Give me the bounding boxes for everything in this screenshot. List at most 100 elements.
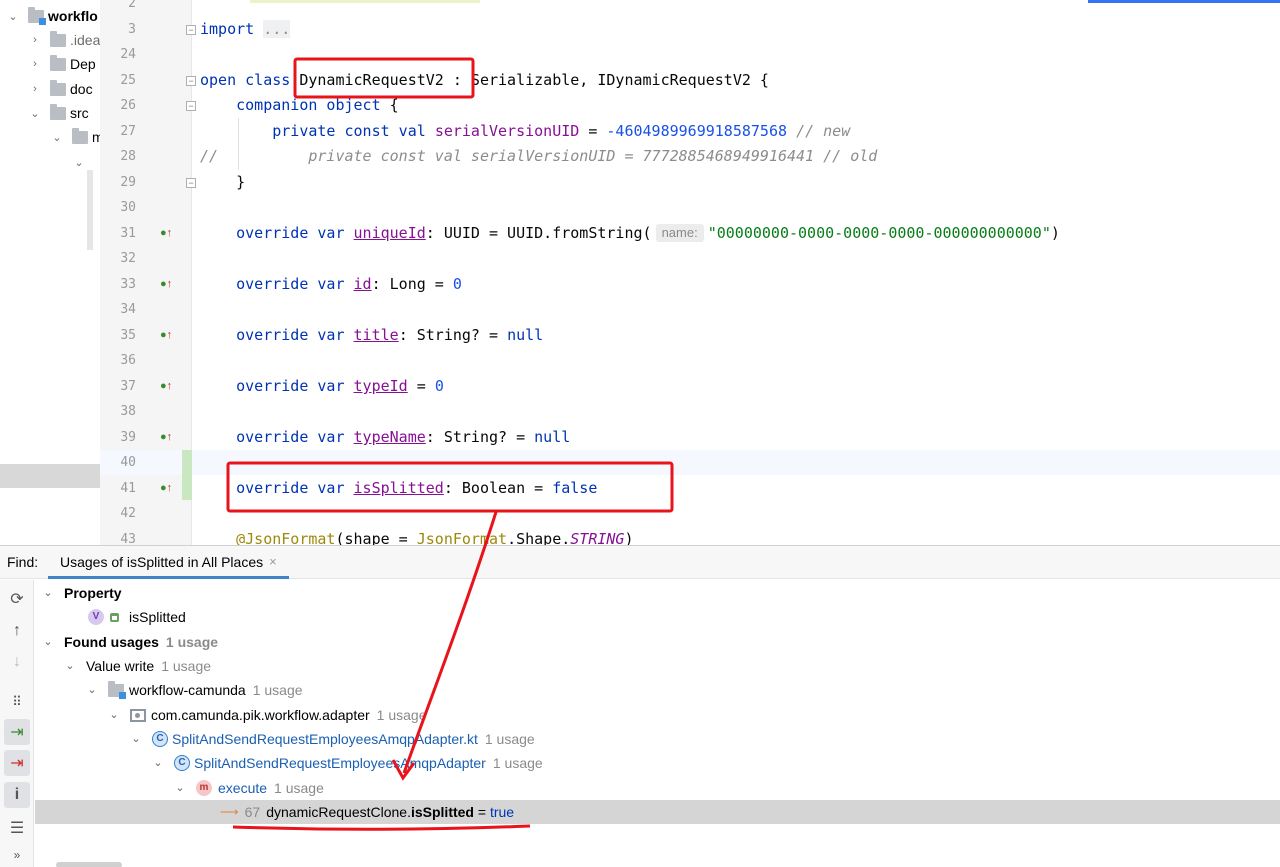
implements-gutter-icon[interactable]: ●↑ — [160, 476, 172, 501]
project-tree-item[interactable]: ⌄ workflo — [6, 4, 98, 28]
implements-gutter-icon[interactable]: ●↑ — [160, 425, 172, 450]
tree-row-usage[interactable]: ⟶ 67 dynamicRequestClone. isSplitted = tr… — [220, 800, 514, 824]
property-header: Property — [64, 585, 122, 601]
implements-gutter-icon[interactable]: ●↑ — [160, 374, 172, 399]
code-line[interactable]: override var uniqueId: UUID = UUID.fromS… — [200, 221, 1060, 246]
tree-row-class[interactable]: ⌄ C SplitAndSendRequestEmployeesAmqpAdap… — [150, 751, 543, 775]
project-tree-item[interactable]: › doc — [28, 77, 93, 101]
chevron-down-icon[interactable]: ⌄ — [40, 581, 56, 605]
package-name: com.camunda.pik.workflow.adapter — [151, 707, 370, 723]
current-line-highlight — [100, 450, 1280, 475]
expand-icon[interactable]: ☰ — [4, 815, 30, 841]
implements-gutter-icon[interactable]: ●↑ — [160, 221, 172, 246]
tree-row-property[interactable]: ⌄ Property — [40, 581, 122, 605]
chevron-down-icon[interactable]: ⌄ — [6, 9, 20, 23]
info-icon[interactable]: i — [4, 782, 30, 808]
more-icon[interactable]: » — [4, 842, 30, 867]
fold-icon[interactable]: − — [186, 76, 196, 86]
code-line[interactable]: override var typeId = 0 — [200, 374, 444, 399]
fold-icon[interactable]: − — [186, 25, 196, 35]
line-number: 41 — [120, 481, 136, 496]
kotlin-file-icon: C — [152, 731, 168, 747]
code-line[interactable]: companion object { — [200, 93, 399, 118]
tree-row-method[interactable]: ⌄ m execute 1 usage — [172, 776, 324, 800]
project-tree-item[interactable]: › .idea — [28, 28, 100, 52]
property-name: isSplitted — [129, 609, 186, 625]
line-number: 28 — [120, 149, 136, 164]
project-tree-label: src — [70, 105, 89, 121]
chevron-down-icon[interactable]: ⌄ — [50, 130, 64, 144]
line-number: 31 — [120, 226, 136, 241]
chevron-right-icon[interactable]: › — [28, 82, 42, 96]
chevron-down-icon[interactable]: ⌄ — [72, 155, 86, 169]
project-tree-item[interactable]: ⌄ — [72, 150, 86, 174]
fold-icon[interactable]: − — [186, 178, 196, 188]
tree-row-found-usages[interactable]: ⌄ Found usages 1 usage — [40, 630, 218, 654]
code-line[interactable]: // private const val serialVersionUID = … — [200, 144, 877, 169]
implements-gutter-icon[interactable]: ●↑ — [160, 323, 172, 348]
code-line[interactable]: import ... — [200, 17, 291, 42]
folder-icon — [72, 127, 88, 144]
chevron-right-icon[interactable]: › — [28, 57, 42, 71]
line-number: 34 — [120, 302, 136, 317]
tree-scroll-thumb[interactable] — [87, 170, 93, 250]
tree-row-value-write[interactable]: ⌄ Value write 1 usage — [62, 654, 211, 678]
tree-row-file[interactable]: ⌄ C SplitAndSendRequestEmployeesAmqpAdap… — [128, 727, 535, 751]
implements-gutter-icon[interactable]: ●↑ — [160, 272, 172, 297]
line-number: 40 — [120, 455, 136, 470]
chevron-down-icon[interactable]: ⌄ — [84, 678, 100, 702]
tree-row-package[interactable]: ⌄ com.camunda.pik.workflow.adapter 1 usa… — [106, 703, 427, 727]
chevron-down-icon[interactable]: ⌄ — [128, 727, 144, 751]
tab-usages[interactable]: Usages of isSplitted in All Places × — [48, 546, 289, 579]
chevron-right-icon[interactable]: › — [28, 33, 42, 47]
chevron-down-icon[interactable]: ⌄ — [40, 630, 56, 654]
horizontal-scrollbar[interactable] — [56, 862, 122, 867]
line-number: 27 — [120, 124, 136, 139]
project-tree-item[interactable]: › Dep — [28, 52, 96, 76]
chevron-down-icon[interactable]: ⌄ — [172, 776, 188, 800]
project-selected-row — [0, 464, 100, 488]
refresh-icon[interactable]: ⟳ — [4, 586, 30, 612]
arrow-up-icon[interactable]: ↑ — [4, 618, 30, 644]
folder-icon — [50, 30, 66, 47]
write-access-icon: ⟶ — [220, 804, 239, 819]
class-count: 1 usage — [492, 755, 543, 771]
navigate-icon[interactable]: ⇥ — [4, 719, 30, 745]
method-icon: m — [196, 780, 212, 796]
chevron-down-icon[interactable]: ⌄ — [150, 751, 166, 775]
autoscroll-icon[interactable]: ⇥ — [4, 750, 30, 776]
folder-icon — [50, 54, 66, 71]
code-line[interactable]: } — [200, 170, 245, 195]
find-panel: Find: Usages of isSplitted in All Places… — [0, 545, 1280, 867]
code-line[interactable]: override var typeName: String? = null — [200, 425, 570, 450]
chevron-down-icon[interactable]: ⌄ — [62, 654, 78, 678]
package-count: 1 usage — [376, 707, 427, 723]
module-folder-icon — [108, 680, 126, 699]
code-line[interactable]: override var isSplitted: Boolean = false — [200, 476, 597, 501]
line-number: 39 — [120, 430, 136, 445]
project-tree-item[interactable]: ⌄ src — [28, 101, 89, 125]
tree-row-module[interactable]: ⌄ workflow-camunda 1 usage — [84, 678, 303, 702]
project-tree-item[interactable]: ⌄ m — [50, 125, 100, 149]
chevron-down-icon[interactable]: ⌄ — [28, 106, 42, 120]
code-line[interactable]: override var title: String? = null — [200, 323, 543, 348]
fold-icon[interactable]: − — [186, 101, 196, 111]
editor-top-strip — [250, 0, 480, 3]
code-line[interactable]: open class DynamicRequestV2 : Serializab… — [200, 68, 769, 93]
module-count: 1 usage — [252, 682, 303, 698]
line-number: 32 — [120, 251, 136, 266]
chevron-down-icon[interactable]: ⌄ — [106, 703, 122, 727]
group-icon[interactable]: ⠿ — [4, 689, 30, 715]
package-icon — [130, 708, 146, 722]
module-name: workflow-camunda — [129, 682, 246, 698]
code-line[interactable]: override var id: Long = 0 — [200, 272, 462, 297]
code-line[interactable]: private const val serialVersionUID = -46… — [200, 119, 850, 144]
line-number: 35 — [120, 328, 136, 343]
close-icon[interactable]: × — [269, 554, 277, 576]
line-number: 30 — [120, 200, 136, 215]
variable-icon: V — [88, 609, 104, 625]
arrow-down-icon[interactable]: ↓ — [4, 649, 30, 675]
find-header: Find: Usages of isSplitted in All Places… — [0, 546, 1280, 579]
found-usages-count: 1 usage — [165, 634, 219, 650]
tree-row-property-item[interactable]: V isSplitted — [88, 605, 186, 629]
